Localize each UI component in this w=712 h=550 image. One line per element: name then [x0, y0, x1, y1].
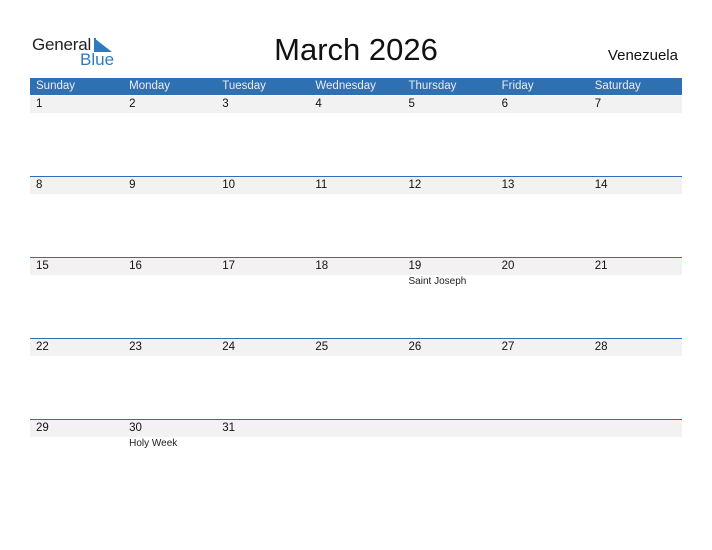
week-row: 29 30 31 Holy Week: [30, 419, 682, 501]
day-number: 11: [315, 179, 328, 191]
day-number-strip: 22 23 24 25 26 27 28: [30, 339, 682, 356]
week-row: 15 16 17 18 19 20 21 Saint Joseph: [30, 257, 682, 339]
holiday-label: [309, 113, 402, 114]
holiday-label: [589, 437, 682, 449]
day-number: 21: [594, 260, 608, 272]
day-number: 1: [36, 98, 43, 110]
day-number: 6: [501, 98, 509, 110]
weekday-sunday: Sunday: [36, 80, 76, 92]
page-title: March 2026: [274, 32, 438, 67]
day-number-strip: 1 2 3 4 5 6 7: [30, 96, 682, 113]
holiday-label: [30, 275, 123, 287]
country-label: Venezuela: [607, 47, 678, 64]
day-number: 19: [408, 260, 422, 272]
day-number-strip: 29 30 31: [30, 420, 682, 437]
day-number: 5: [408, 98, 415, 110]
weekday-friday: Friday: [501, 80, 534, 92]
events-row: [30, 113, 682, 114]
day-number: 16: [129, 260, 142, 272]
holiday-label: [216, 356, 309, 357]
day-number: 7: [594, 98, 602, 110]
holiday-label: [496, 113, 589, 114]
holiday-label: Saint Joseph: [408, 276, 467, 287]
holiday-label: [309, 194, 402, 195]
events-row: Holy Week: [30, 437, 682, 449]
day-number: 12: [408, 179, 422, 191]
holiday-label: [30, 113, 123, 114]
events-row: Saint Joseph: [30, 275, 682, 287]
week-row: 1 2 3 4 5 6 7: [30, 96, 682, 177]
holiday-label: [309, 275, 402, 287]
day-number: 14: [594, 179, 608, 191]
events-row: [30, 356, 682, 357]
holiday-label: [216, 194, 309, 195]
holiday-label: [30, 437, 123, 449]
day-number: 10: [222, 179, 236, 191]
holiday-label: [309, 356, 402, 357]
week-row: 22 23 24 25 26 27 28: [30, 338, 682, 420]
holiday-label: Holy Week: [129, 438, 178, 449]
day-number: 31: [222, 422, 236, 434]
holiday-label: [123, 194, 216, 195]
day-number: 13: [501, 179, 515, 191]
day-number: 28: [594, 341, 608, 353]
day-number: 23: [129, 341, 142, 353]
holiday-label: [309, 437, 402, 449]
day-number: 8: [36, 179, 43, 191]
events-row: [30, 194, 682, 195]
day-number: [589, 420, 682, 437]
weekday-header: Sunday Monday Tuesday Wednesday Thursday…: [30, 78, 682, 95]
day-number: [496, 420, 589, 437]
day-number: 22: [36, 341, 49, 353]
holiday-label: [496, 437, 589, 449]
day-number-strip: 8 9 10 11 12 13 14: [30, 177, 682, 194]
day-number: 27: [501, 341, 515, 353]
week-row: 8 9 10 11 12 13 14: [30, 176, 682, 258]
day-number: 4: [315, 98, 322, 110]
holiday-label: [216, 437, 309, 449]
day-number: 26: [408, 341, 422, 353]
holiday-label: [496, 275, 589, 287]
holiday-label: [216, 275, 309, 287]
holiday-label: [216, 113, 309, 114]
day-number: [403, 420, 496, 437]
day-number: 9: [129, 179, 136, 191]
weekday-monday: Monday: [129, 80, 171, 92]
day-number: 29: [36, 422, 49, 434]
day-number: [309, 420, 402, 437]
holiday-label: [123, 356, 216, 357]
day-number-strip: 15 16 17 18 19 20 21: [30, 258, 682, 275]
day-number: 17: [222, 260, 236, 272]
holiday-label: [589, 356, 682, 357]
holiday-label: [496, 356, 589, 357]
holiday-label: [496, 194, 589, 195]
holiday-label: [589, 194, 682, 195]
day-number: 25: [315, 341, 329, 353]
day-number: 3: [222, 98, 229, 110]
weekday-wednesday: Wednesday: [315, 80, 376, 92]
holiday-label: [123, 113, 216, 114]
holiday-label: [403, 356, 496, 357]
day-number: 18: [315, 260, 329, 272]
holiday-label: [30, 194, 123, 195]
weekday-tuesday: Tuesday: [222, 80, 266, 92]
holiday-label: [589, 113, 682, 114]
day-number: 20: [501, 260, 515, 272]
day-number: 30: [129, 422, 142, 434]
holiday-label: [589, 275, 682, 287]
day-number: 24: [222, 341, 236, 353]
weekday-thursday: Thursday: [408, 80, 457, 92]
holiday-label: [403, 437, 496, 449]
holiday-label: [403, 113, 496, 114]
holiday-label: [123, 275, 216, 287]
holiday-label: [30, 356, 123, 357]
day-number: 2: [129, 98, 136, 110]
day-number: 15: [36, 260, 49, 272]
weekday-saturday: Saturday: [594, 80, 641, 92]
holiday-label: [403, 194, 496, 195]
